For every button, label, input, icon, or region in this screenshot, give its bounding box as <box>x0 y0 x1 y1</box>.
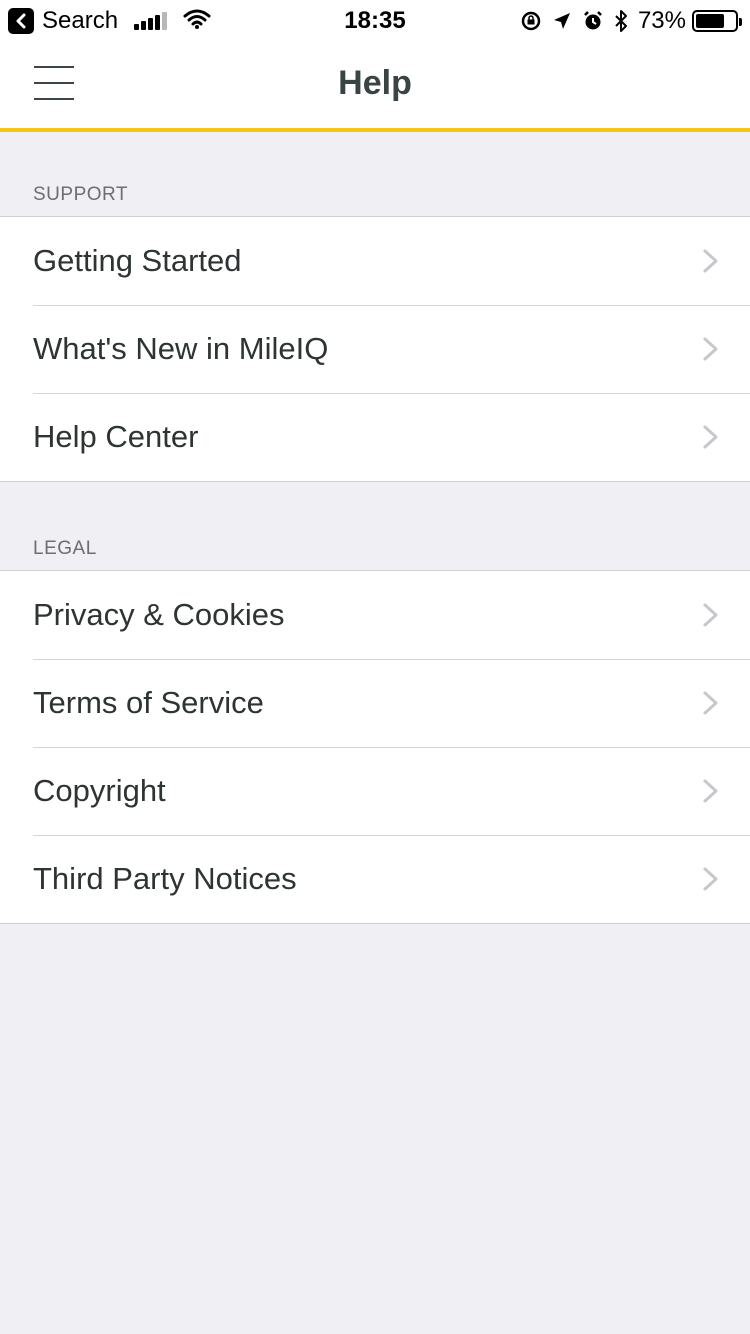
list-item-help-center[interactable]: Help Center <box>0 393 750 481</box>
back-to-app-icon[interactable] <box>8 8 34 34</box>
battery-fill <box>696 14 724 28</box>
list-item-label: Terms of Service <box>33 685 264 720</box>
list-item-third-party-notices[interactable]: Third Party Notices <box>0 835 750 923</box>
list-item-copyright[interactable]: Copyright <box>0 747 750 835</box>
legal-group: Privacy & Cookies Terms of Service Copyr… <box>0 570 750 924</box>
list-item-label: Privacy & Cookies <box>33 597 285 632</box>
bluetooth-icon <box>614 9 628 33</box>
chevron-right-icon <box>703 691 718 715</box>
chevron-right-icon <box>703 425 718 449</box>
list-item-whats-new[interactable]: What's New in MileIQ <box>0 305 750 393</box>
chevron-right-icon <box>703 867 718 891</box>
list-item-privacy-cookies[interactable]: Privacy & Cookies <box>0 571 750 659</box>
page-title: Help <box>338 64 412 102</box>
status-bar: Search 18:35 73% <box>0 0 750 42</box>
list-item-label: Copyright <box>33 773 166 808</box>
list-item-label: Help Center <box>33 419 199 454</box>
rotation-lock-icon <box>520 10 542 32</box>
list-item-getting-started[interactable]: Getting Started <box>0 217 750 305</box>
cellular-signal-icon <box>134 12 169 30</box>
chevron-right-icon <box>703 779 718 803</box>
battery-icon <box>692 10 742 32</box>
list-item-label: Third Party Notices <box>33 861 297 896</box>
section-header-support: SUPPORT <box>33 184 129 205</box>
alarm-icon <box>582 10 604 32</box>
chevron-right-icon <box>703 249 718 273</box>
list-item-terms-of-service[interactable]: Terms of Service <box>0 659 750 747</box>
chevron-right-icon <box>703 603 718 627</box>
list-item-label: What's New in MileIQ <box>33 331 329 366</box>
section-header-legal: LEGAL <box>33 538 97 559</box>
back-to-app-label[interactable]: Search <box>42 7 118 35</box>
location-arrow-icon <box>552 11 572 31</box>
navigation-bar: Help <box>0 42 750 128</box>
list-item-label: Getting Started <box>33 243 242 278</box>
chevron-right-icon <box>703 337 718 361</box>
wifi-icon <box>183 8 211 35</box>
battery-percent: 73% <box>637 7 686 34</box>
support-group: Getting Started What's New in MileIQ Hel… <box>0 216 750 482</box>
